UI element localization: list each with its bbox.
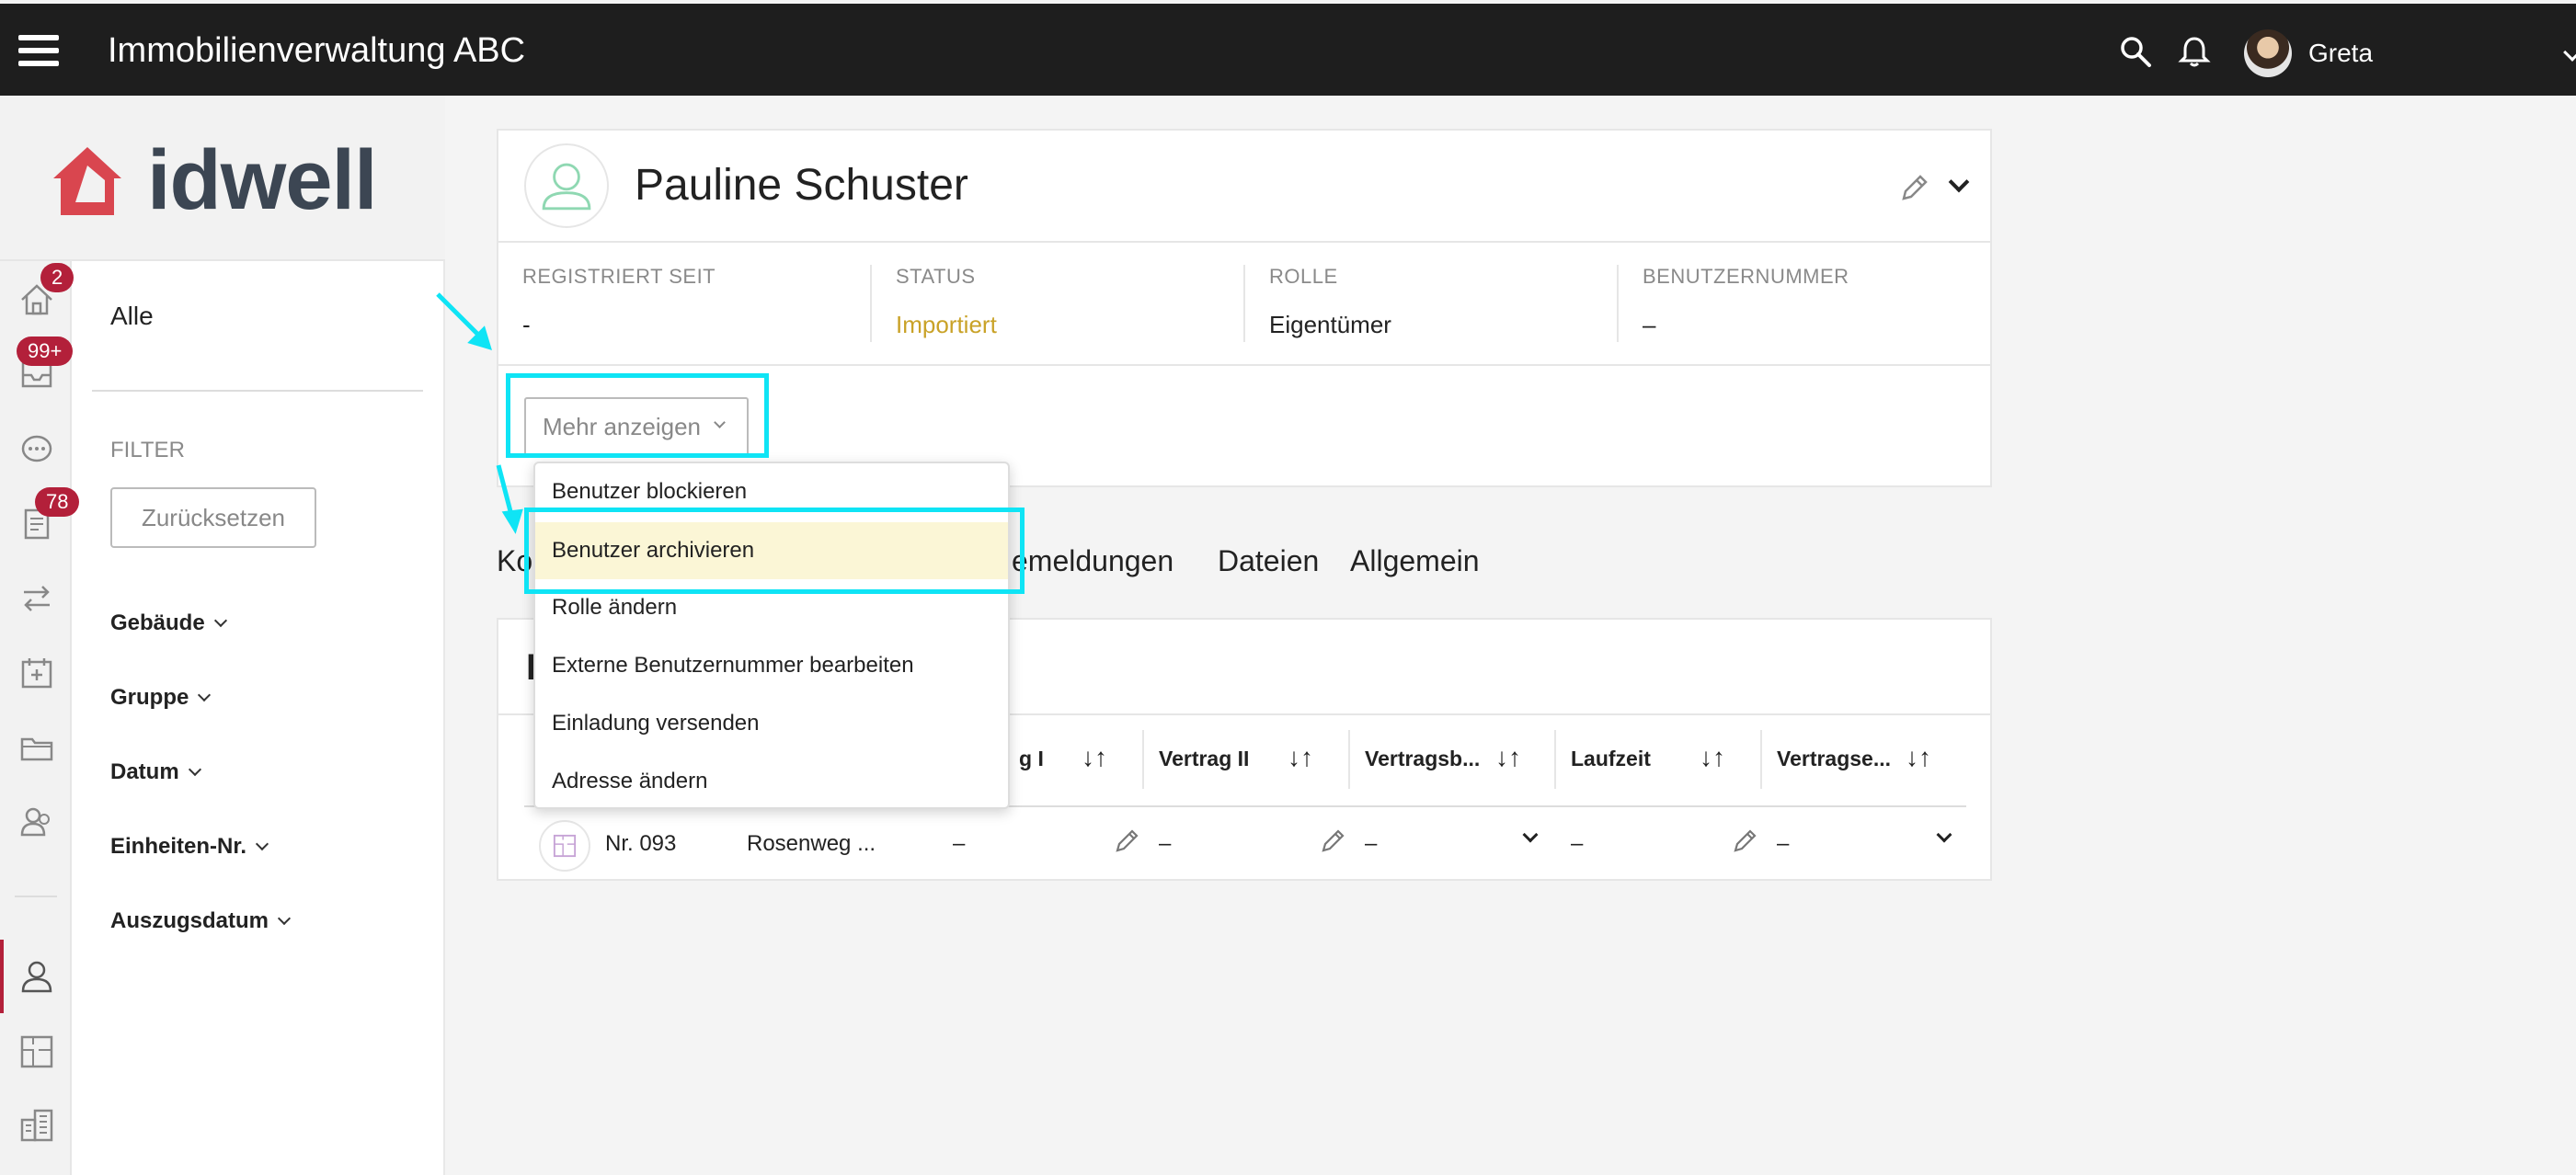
contract-2-cell: – xyxy=(1159,831,1172,856)
column-separator xyxy=(1142,730,1144,789)
filter-moveout-date[interactable]: Auszugsdatum xyxy=(110,908,292,934)
chevron-down-icon xyxy=(188,762,201,777)
sort-icon[interactable]: ↓↑ xyxy=(1288,743,1313,772)
tab-general[interactable]: Allgemein xyxy=(1350,544,1480,578)
status-field: STATUS Importiert xyxy=(896,265,997,338)
chevron-down-icon xyxy=(255,837,269,851)
sort-icon[interactable]: ↓↑ xyxy=(1495,743,1521,772)
column-separator xyxy=(1554,730,1556,789)
documents-badge: 78 xyxy=(35,487,80,517)
card-divider xyxy=(498,241,1990,243)
inbox-badge: 99+ xyxy=(17,337,74,366)
search-icon[interactable] xyxy=(2119,35,2152,68)
edit-pencil-icon[interactable] xyxy=(1319,827,1346,855)
column-separator xyxy=(1760,730,1762,789)
profile-name: Pauline Schuster xyxy=(635,161,968,210)
icon-rail: 2 99+ 78 xyxy=(0,261,80,1175)
address-cell: Rosenweg ... xyxy=(747,831,876,856)
duration-cell: – xyxy=(1571,831,1584,856)
calendar-icon[interactable] xyxy=(18,655,55,691)
active-indicator xyxy=(0,940,4,1013)
registered-since-field: REGISTRIERT SEIT - xyxy=(522,265,716,338)
sort-icon[interactable]: ↓↑ xyxy=(1082,743,1107,772)
field-separator xyxy=(1617,265,1619,342)
hamburger-menu-icon[interactable] xyxy=(18,35,59,66)
contract-1-cell: – xyxy=(953,831,966,856)
rail-divider xyxy=(15,896,57,897)
reset-filter-button[interactable]: Zurücksetzen xyxy=(110,487,316,548)
unit-number-cell[interactable]: Nr. 093 xyxy=(605,831,676,857)
annotation-box-archive xyxy=(524,508,1025,594)
left-panel: idwell 2 99+ 78 Alle FILTER Zurücksetzen… xyxy=(0,96,445,1175)
users-group-icon[interactable] xyxy=(18,804,55,840)
tab-files[interactable]: Dateien xyxy=(1218,544,1319,578)
filter-all-option[interactable]: Alle xyxy=(110,302,154,331)
user-icon[interactable] xyxy=(18,958,55,995)
filter-unit-number[interactable]: Einheiten-Nr. xyxy=(110,834,269,860)
column-header-duration[interactable]: Laufzeit xyxy=(1571,747,1651,771)
profile-avatar-icon xyxy=(524,143,609,228)
chevron-down-icon xyxy=(198,688,212,702)
sort-icon[interactable]: ↓↑ xyxy=(1906,743,1931,772)
role-field: ROLLE Eigentümer xyxy=(1269,265,1391,338)
user-avatar[interactable] xyxy=(2244,29,2292,77)
filter-building[interactable]: Gebäude xyxy=(110,610,227,636)
column-header-contract-1[interactable]: g I xyxy=(1019,747,1044,771)
field-separator xyxy=(870,265,872,342)
bell-icon[interactable] xyxy=(2178,35,2211,68)
edit-pencil-icon[interactable] xyxy=(1898,173,1929,204)
tab-reports[interactable]: emeldungen xyxy=(1012,544,1174,578)
column-header-contract-2[interactable]: Vertrag II xyxy=(1159,747,1249,771)
logo-area: idwell xyxy=(0,96,445,261)
contract-start-cell: – xyxy=(1365,831,1378,856)
filter-date[interactable]: Datum xyxy=(110,759,201,785)
column-separator xyxy=(1348,730,1350,789)
user-menu-chevron-icon[interactable] xyxy=(2563,43,2576,62)
floorplan-icon[interactable] xyxy=(18,1033,55,1070)
contract-end-cell: – xyxy=(1777,831,1790,856)
transfer-icon[interactable] xyxy=(18,579,55,616)
chevron-down-icon[interactable] xyxy=(1936,827,1952,843)
column-header-contract-start[interactable]: Vertragsb... xyxy=(1365,747,1480,771)
column-header-contract-end[interactable]: Vertragse... xyxy=(1777,747,1891,771)
menu-item-edit-external-number[interactable]: Externe Benutzernummer bearbeiten xyxy=(535,637,1008,694)
top-bar: Immobilienverwaltung ABC Greta xyxy=(0,4,2576,96)
card-divider xyxy=(498,364,1990,366)
collapse-chevron-icon[interactable] xyxy=(1948,171,1970,193)
edit-pencil-icon[interactable] xyxy=(1731,827,1758,855)
edit-pencil-icon[interactable] xyxy=(1113,827,1140,855)
building-icon[interactable] xyxy=(18,1107,55,1144)
chevron-down-icon[interactable] xyxy=(1522,827,1539,843)
chat-icon[interactable] xyxy=(18,432,55,469)
chevron-down-icon xyxy=(213,613,227,628)
app-title: Immobilienverwaltung ABC xyxy=(108,31,526,70)
chevron-down-icon xyxy=(277,911,292,926)
user-number-field: BENUTZERNUMMER – xyxy=(1643,265,1849,338)
filter-group[interactable]: Gruppe xyxy=(110,685,212,711)
floorplan-unit-icon xyxy=(539,820,590,872)
sort-icon[interactable]: ↓↑ xyxy=(1700,743,1725,772)
menu-item-change-address[interactable]: Adresse ändern xyxy=(535,753,1008,810)
home-badge: 2 xyxy=(40,263,74,292)
menu-item-send-invitation[interactable]: Einladung versenden xyxy=(535,695,1008,752)
field-separator xyxy=(1243,265,1245,342)
idwell-logo: idwell xyxy=(147,133,378,227)
annotation-box-show-more xyxy=(506,373,769,458)
user-name[interactable]: Greta xyxy=(2308,39,2373,68)
filter-heading: FILTER xyxy=(110,438,185,462)
idwell-house-logo-icon xyxy=(53,147,121,215)
filter-divider xyxy=(92,390,423,392)
folder-icon[interactable] xyxy=(18,730,55,767)
status-value: Importiert xyxy=(896,311,997,338)
